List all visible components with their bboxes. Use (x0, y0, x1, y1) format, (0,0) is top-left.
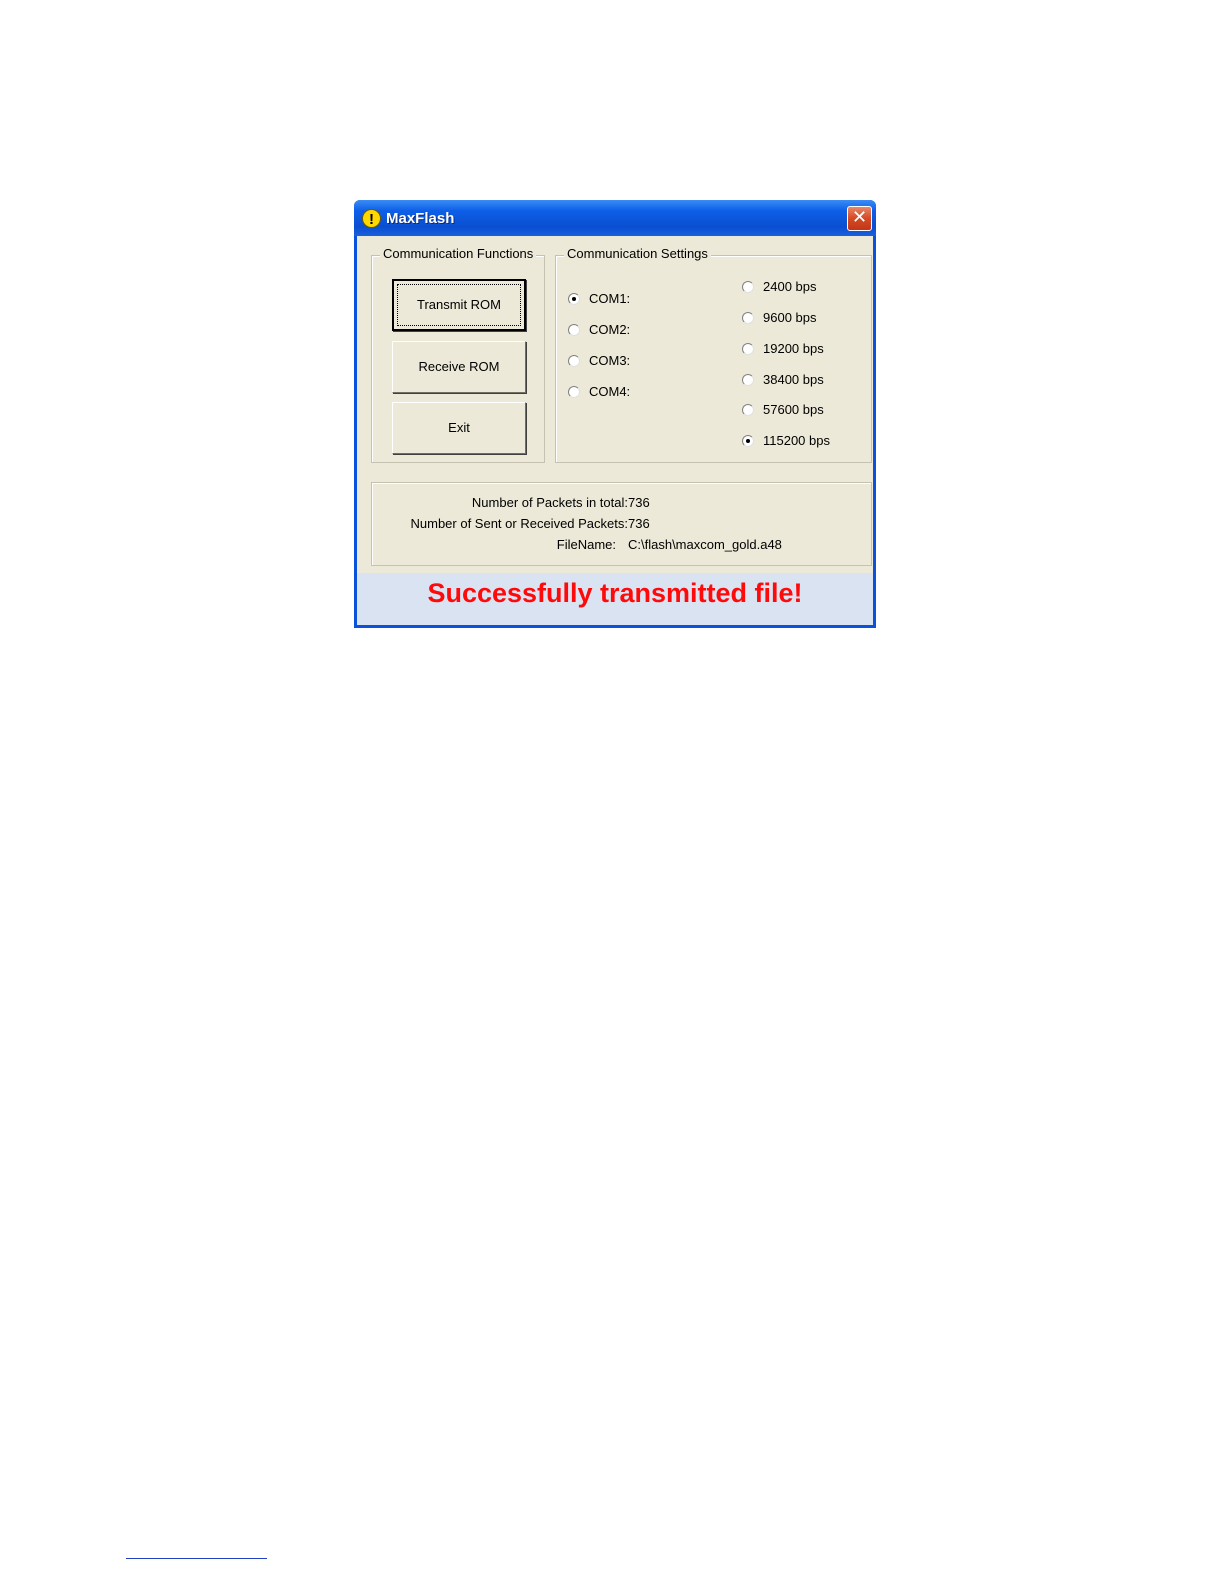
radio-button-icon (568, 354, 580, 367)
radio-button-icon (742, 280, 754, 293)
radio-57600-bps-label: 57600 bps (763, 402, 824, 417)
radio-com1[interactable]: COM1: (568, 291, 630, 306)
transmit-rom-label: Transmit ROM (416, 297, 502, 312)
total-packets-value: 736 (628, 495, 650, 510)
radio-38400-bps-label: 38400 bps (763, 372, 824, 387)
footnote-separator (126, 1558, 267, 1559)
radio-115200-bps[interactable]: 115200 bps (742, 433, 830, 448)
radio-button-icon (742, 403, 754, 416)
transmit-rom-button[interactable]: Transmit ROM (392, 279, 526, 331)
radio-button-icon (742, 311, 754, 324)
status-bar: Successfully transmitted file! (357, 573, 873, 625)
sent-packets-value: 736 (628, 516, 650, 531)
maxflash-window: ! MaxFlash ✕ Communication Functions Tra… (354, 200, 876, 628)
radio-button-icon (568, 292, 580, 305)
dialog-client-area: Communication Functions Transmit ROM Rec… (357, 236, 873, 625)
title-bar[interactable]: ! MaxFlash ✕ (354, 200, 876, 236)
communication-settings-label: Communication Settings (564, 246, 711, 261)
radio-115200-bps-label: 115200 bps (763, 433, 830, 448)
radio-button-icon (742, 342, 754, 355)
radio-19200-bps[interactable]: 19200 bps (742, 341, 824, 356)
filename-value: C:\flash\maxcom_gold.a48 (628, 537, 782, 552)
radio-com4-label: COM4: (589, 384, 631, 399)
radio-button-icon (742, 373, 754, 386)
status-message: Successfully transmitted file! (427, 578, 803, 608)
radio-19200-bps-label: 19200 bps (763, 341, 824, 356)
radio-com2[interactable]: COM2: (568, 322, 630, 337)
radio-38400-bps[interactable]: 38400 bps (742, 372, 824, 387)
filename-label: FileName: (556, 537, 616, 552)
communication-settings-group: Communication Settings COM1: COM2: COM3:… (555, 246, 872, 463)
radio-2400-bps-label: 2400 bps (763, 279, 817, 294)
radio-57600-bps[interactable]: 57600 bps (742, 402, 824, 417)
sent-packets-label: Number of Sent or Received Packets: (410, 516, 629, 531)
radio-com3[interactable]: COM3: (568, 353, 630, 368)
radio-com1-label: COM1: (589, 291, 631, 306)
radio-button-icon (742, 434, 754, 447)
radio-2400-bps[interactable]: 2400 bps (742, 279, 817, 294)
communication-functions-group: Communication Functions Transmit ROM Rec… (371, 246, 545, 463)
radio-button-icon (568, 385, 580, 398)
transfer-info-panel: Number of Packets in total: 736 Number o… (371, 482, 872, 566)
radio-9600-bps-label: 9600 bps (763, 310, 817, 325)
radio-button-icon (568, 323, 580, 336)
radio-com2-label: COM2: (589, 322, 631, 337)
receive-rom-button[interactable]: Receive ROM (392, 341, 526, 393)
radio-com3-label: COM3: (589, 353, 631, 368)
exit-button[interactable]: Exit (392, 402, 526, 454)
close-button[interactable]: ✕ (847, 206, 872, 231)
total-packets-label: Number of Packets in total: (471, 495, 628, 510)
exclamation-icon: ! (362, 209, 381, 228)
window-title: MaxFlash (386, 210, 455, 227)
communication-functions-label: Communication Functions (380, 246, 537, 261)
radio-9600-bps[interactable]: 9600 bps (742, 310, 817, 325)
radio-com4[interactable]: COM4: (568, 384, 630, 399)
